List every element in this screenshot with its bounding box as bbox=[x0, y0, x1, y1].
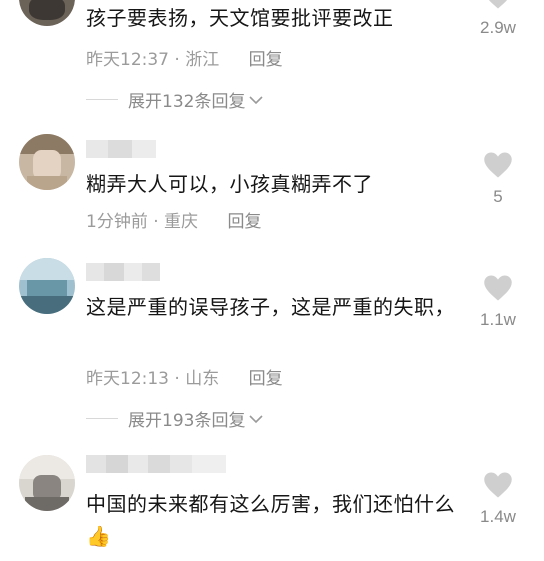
comment-list: 孩子要表扬，天文馆要批评要改正 昨天12:37 · 浙江 回复 展开132条回复… bbox=[0, 0, 544, 561]
meta-separator: · bbox=[147, 212, 165, 232]
heart-icon bbox=[474, 274, 522, 302]
comment-text: 糊弄大人可以，小孩真糊弄不了 bbox=[86, 172, 373, 196]
comment-time: 1分钟前 bbox=[86, 212, 148, 232]
expand-replies-label: 展开193条回复 bbox=[128, 411, 246, 431]
expand-replies-button[interactable]: 展开193条回复 bbox=[86, 406, 264, 431]
avatar[interactable] bbox=[19, 258, 75, 314]
expand-replies-label: 展开132条回复 bbox=[128, 92, 246, 112]
comment-time: 昨天12:13 bbox=[86, 369, 169, 389]
like-count: 5 bbox=[493, 187, 503, 206]
heart-icon bbox=[474, 151, 522, 179]
meta-separator: · bbox=[169, 369, 186, 389]
reply-button[interactable]: 回复 bbox=[249, 50, 283, 70]
divider bbox=[86, 418, 118, 419]
comment-location: 山东 bbox=[185, 369, 220, 389]
like-count: 1.4w bbox=[480, 507, 516, 526]
comment-time: 昨天12:37 bbox=[86, 50, 169, 70]
thumbs-up-icon: 👍 bbox=[86, 524, 112, 548]
like-button[interactable]: 1.1w bbox=[474, 274, 522, 330]
comment-text: 这是严重的误导孩子，这是严重的失职， bbox=[86, 295, 455, 319]
username[interactable] bbox=[86, 263, 160, 281]
reply-button[interactable]: 回复 bbox=[227, 212, 261, 232]
like-count: 1.1w bbox=[480, 310, 516, 329]
comment-location: 重庆 bbox=[164, 212, 199, 232]
heart-icon bbox=[474, 471, 522, 499]
comment-meta: 昨天12:37 · 浙江 回复 bbox=[86, 45, 283, 70]
divider bbox=[86, 99, 118, 100]
comment-text: 孩子要表扬，天文馆要批评要改正 bbox=[86, 6, 394, 30]
avatar[interactable] bbox=[19, 455, 75, 511]
chevron-down-icon bbox=[249, 409, 264, 429]
avatar[interactable] bbox=[19, 134, 75, 190]
like-button[interactable]: 2.9w bbox=[474, 0, 522, 38]
chevron-down-icon bbox=[249, 90, 264, 110]
comment-meta: 1分钟前 · 重庆 回复 bbox=[86, 207, 261, 232]
comment-text: 中国的未来都有这么厉害，我们还怕什么👍 bbox=[86, 492, 455, 548]
reply-button[interactable]: 回复 bbox=[249, 369, 283, 389]
meta-separator: · bbox=[169, 50, 186, 70]
like-button[interactable]: 5 bbox=[474, 151, 522, 207]
like-count: 2.9w bbox=[480, 18, 516, 37]
comment-location: 浙江 bbox=[185, 50, 220, 70]
heart-icon bbox=[474, 0, 522, 10]
username[interactable] bbox=[86, 140, 156, 158]
like-button[interactable]: 1.4w bbox=[474, 471, 522, 527]
comment-meta: 昨天12:13 · 山东 回复 bbox=[86, 364, 283, 389]
expand-replies-button[interactable]: 展开132条回复 bbox=[86, 87, 264, 112]
avatar[interactable] bbox=[19, 0, 75, 26]
username[interactable] bbox=[86, 455, 226, 473]
